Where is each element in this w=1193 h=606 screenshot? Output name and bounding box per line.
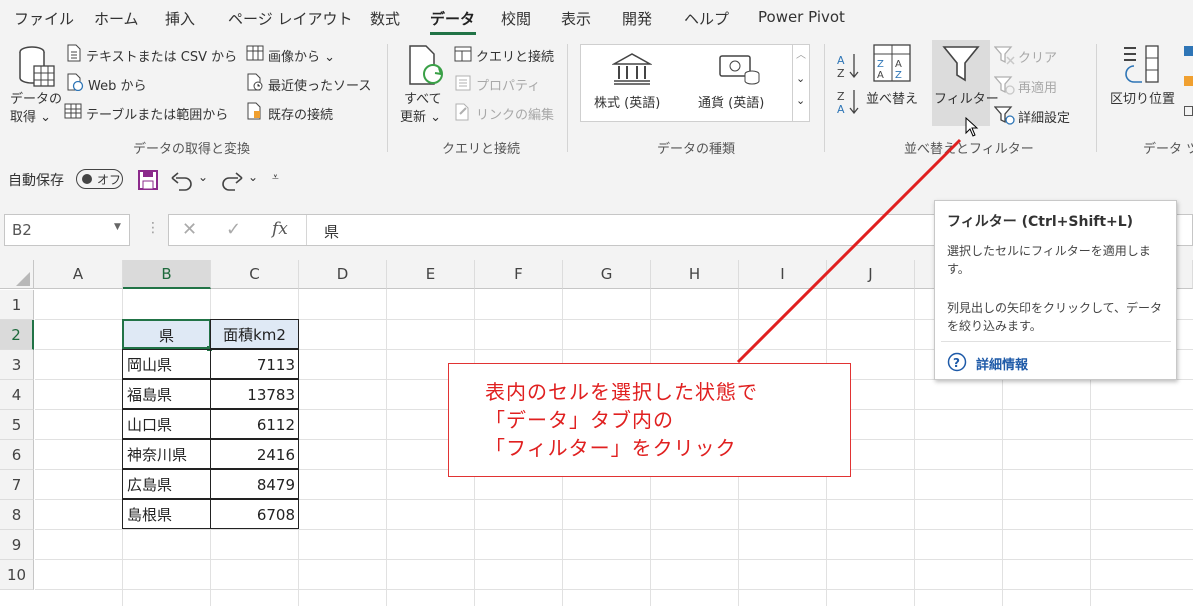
tooltip-title: フィルター (Ctrl+Shift+L) (947, 214, 1134, 230)
callout-line-3: 「フィルター」をクリック (485, 436, 737, 460)
more-info-link[interactable]: 詳細情報 (976, 354, 1028, 373)
tooltip-divider (941, 341, 1171, 342)
svg-text:?: ? (953, 356, 960, 370)
mouse-cursor-icon (965, 117, 979, 137)
tooltip-desc-2a: 列見出しの矢印をクリックして、データ (947, 301, 1163, 315)
help-icon: ? (947, 352, 967, 372)
tooltip-desc-1a: 選択したセルにフィルターを適用しま (947, 244, 1151, 258)
callout-line-2: 「データ」タブ内の (485, 408, 674, 432)
instruction-callout: 表内のセルを選択した状態で 「データ」タブ内の 「フィルター」をクリック (448, 363, 851, 477)
tooltip-desc-1b: す。 (947, 262, 970, 276)
callout-line-1: 表内のセルを選択した状態で (485, 380, 758, 404)
tooltip-desc-2b: を絞り込みます。 (947, 319, 1042, 333)
filter-tooltip: フィルター (Ctrl+Shift+L) 選択したセルにフィルターを適用しま す… (934, 200, 1177, 380)
